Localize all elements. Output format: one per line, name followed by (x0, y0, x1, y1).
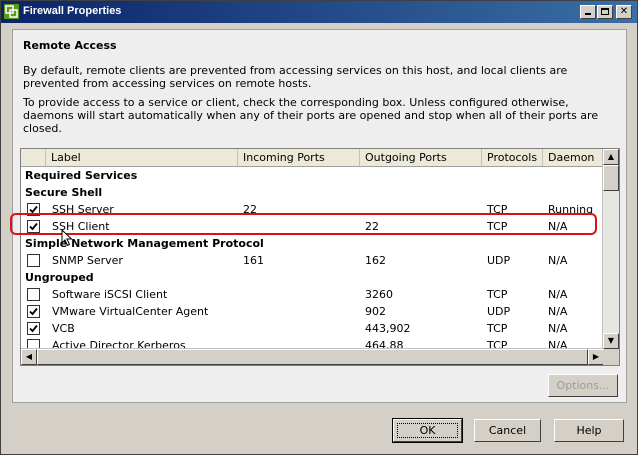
table-header: Label Incoming Ports Outgoing Ports Prot… (21, 149, 604, 167)
service-label: SNMP Server (52, 254, 123, 267)
close-button[interactable]: ✕ (616, 5, 632, 19)
daemon-status: N/A (548, 305, 568, 318)
minimize-button[interactable] (580, 5, 596, 19)
checkmark-icon (29, 324, 38, 333)
scroll-right-button[interactable]: ▶ (588, 349, 604, 365)
table-group-header: Ungrouped (25, 271, 94, 284)
service-checkbox[interactable] (27, 254, 40, 267)
table-group-header: Secure Shell (25, 186, 103, 199)
column-header-label[interactable]: Label (46, 149, 238, 166)
minimize-icon (585, 13, 591, 15)
vmware-logo-icon (4, 4, 19, 19)
horizontal-scroll-thumb[interactable] (37, 349, 588, 365)
protocols: UDP (487, 305, 511, 318)
protocols: TCP (487, 322, 508, 335)
outgoing-ports: 902 (365, 305, 386, 318)
table-row[interactable]: VCB 443,902 TCP N/A (21, 320, 604, 337)
checkmark-icon (29, 307, 38, 316)
maximize-button[interactable] (597, 5, 613, 19)
service-label: VCB (52, 322, 75, 335)
table-row[interactable]: SNMP Server 161 162 UDP N/A (21, 252, 604, 269)
description-default: By default, remote clients are prevented… (23, 64, 568, 90)
daemon-status: N/A (548, 322, 568, 335)
table-row[interactable]: VMware VirtualCenter Agent 902 UDP N/A (21, 303, 604, 320)
column-header-outgoing[interactable]: Outgoing Ports (360, 149, 482, 166)
ssh-client-highlight (10, 213, 597, 235)
column-header-daemon[interactable]: Daemon (543, 149, 604, 166)
cancel-button[interactable]: Cancel (474, 419, 541, 442)
column-header-check[interactable] (21, 149, 46, 166)
protocols: TCP (487, 288, 508, 301)
horizontal-scrollbar[interactable]: ◀ ▶ (21, 348, 604, 365)
window-title: Firewall Properties (23, 5, 122, 17)
scroll-left-button[interactable]: ◀ (21, 349, 37, 365)
table-body: Required Services Secure Shell SSH Server 2… (21, 167, 604, 349)
vertical-scrollbar[interactable]: ▲ ▼ (602, 149, 619, 349)
description-access: To provide access to a service or client… (23, 96, 599, 135)
mouse-cursor-icon (61, 229, 73, 247)
outgoing-ports: 162 (365, 254, 386, 267)
firewall-properties-window: Firewall Properties ✕ Remote Access By d… (0, 0, 638, 455)
column-header-protocols[interactable]: Protocols (482, 149, 543, 166)
service-label: Software iSCSI Client (52, 288, 168, 301)
close-icon: ✕ (619, 6, 629, 17)
incoming-ports: 161 (243, 254, 264, 267)
vertical-scroll-thumb[interactable] (603, 165, 619, 191)
outgoing-ports: 443,902 (365, 322, 411, 335)
ok-button[interactable]: OK (392, 418, 463, 443)
table-row[interactable]: Software iSCSI Client 3260 TCP N/A (21, 286, 604, 303)
scroll-up-button[interactable]: ▲ (603, 149, 619, 165)
service-checkbox[interactable] (27, 305, 40, 318)
service-label: VMware VirtualCenter Agent (52, 305, 209, 318)
table-group-header: Simple Network Management Protocol (25, 237, 264, 250)
table-group-header: Required Services (25, 169, 138, 182)
protocols: UDP (487, 254, 511, 267)
maximize-icon (601, 8, 609, 15)
outgoing-ports: 3260 (365, 288, 393, 301)
daemon-status: N/A (548, 254, 568, 267)
scroll-corner (603, 349, 619, 365)
daemon-status: N/A (548, 288, 568, 301)
title-bar[interactable]: Firewall Properties ✕ (1, 1, 637, 23)
service-checkbox[interactable] (27, 288, 40, 301)
help-button[interactable]: Help (554, 419, 624, 442)
section-heading: Remote Access (23, 39, 117, 52)
column-header-incoming[interactable]: Incoming Ports (238, 149, 360, 166)
service-checkbox[interactable] (27, 322, 40, 335)
scroll-down-button[interactable]: ▼ (603, 333, 619, 349)
firewall-services-table: Label Incoming Ports Outgoing Ports Prot… (20, 148, 620, 366)
focus-ring (397, 423, 458, 438)
options-button[interactable]: Options... (548, 374, 618, 397)
